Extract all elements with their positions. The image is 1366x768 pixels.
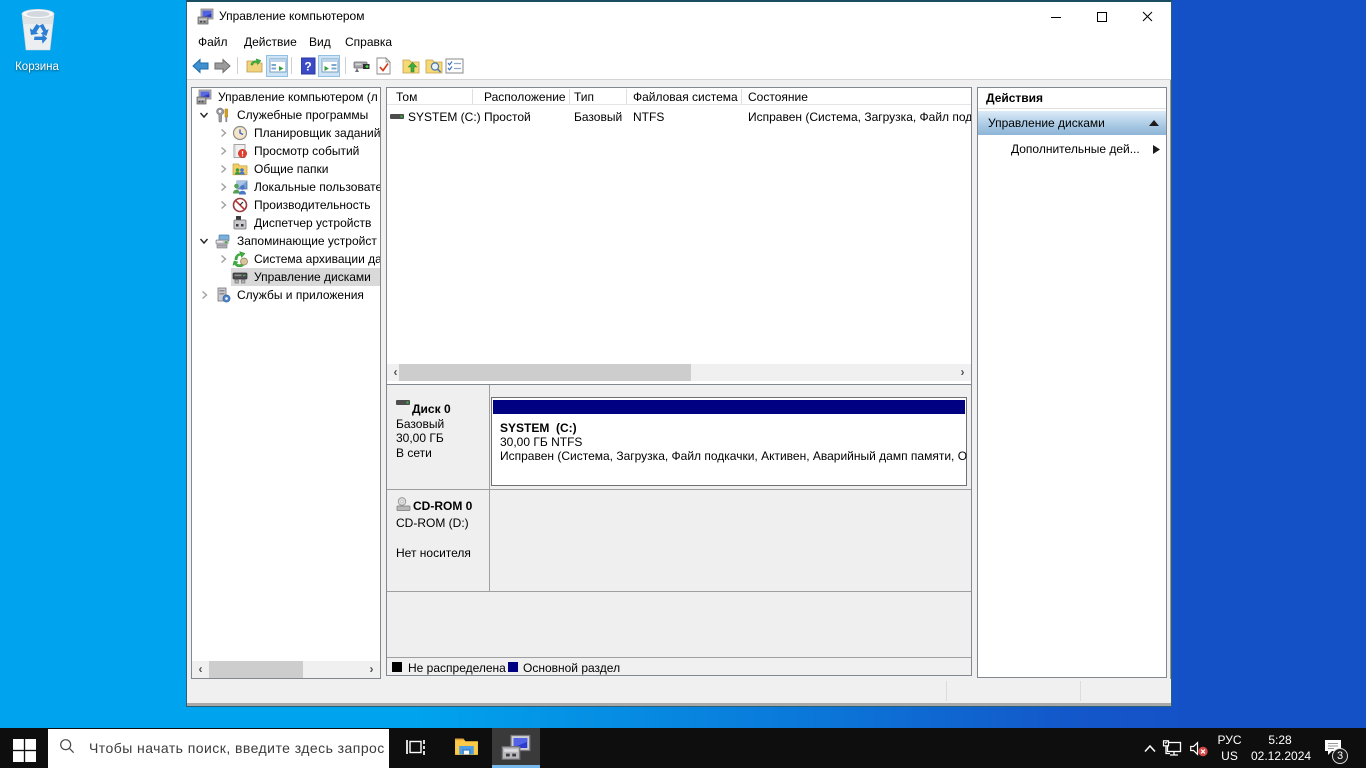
svg-text:?: ?: [304, 60, 311, 74]
